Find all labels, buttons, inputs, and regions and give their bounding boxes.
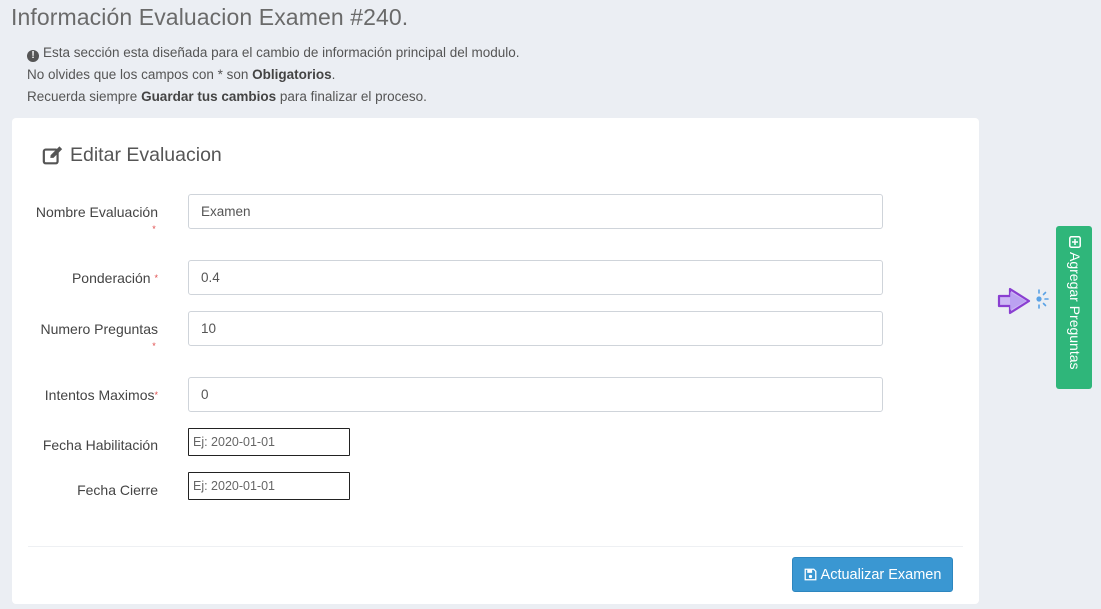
info-line-3-end: para finalizar el proceso. [276, 89, 427, 104]
info-line-1: ! Esta sección esta diseñada para el camb… [27, 42, 520, 64]
info-line-3-bold: Guardar tus cambios [141, 89, 277, 104]
update-exam-label: Actualizar Examen [820, 566, 942, 583]
plus-square-icon [1069, 236, 1081, 248]
field-row-intentos: Intentos Maximos* [12, 377, 979, 413]
add-questions-tab-content: Agregar Preguntas [1067, 236, 1083, 370]
info-line-2-bold: Obligatorios [252, 67, 332, 82]
fecha-cierre-input[interactable] [188, 472, 350, 500]
field-row-nombre: Nombre Evaluación * [12, 194, 979, 240]
nombre-input[interactable] [188, 194, 883, 229]
required-mark: * [152, 224, 156, 234]
info-line-1-text: Esta sección esta diseñada para el cambi… [43, 45, 520, 60]
info-notice: ! Esta sección esta diseñada para el camb… [27, 42, 520, 108]
field-row-fecha-habilitacion: Fecha Habilitación [12, 428, 979, 456]
field-row-fecha-cierre: Fecha Cierre [12, 472, 979, 500]
ponderacion-label: Ponderación * [71, 270, 158, 286]
info-line-2-text: No olvides que los campos con * son [27, 67, 253, 82]
info-circle-icon: ! [27, 50, 39, 62]
card-title-text: Editar Evaluacion [70, 144, 222, 166]
field-row-ponderacion: Ponderación * [12, 260, 979, 296]
update-exam-button[interactable]: Actualizar Examen [792, 557, 953, 592]
field-row-numero-preguntas: Numero Preguntas * [12, 311, 979, 357]
info-line-2: No olvides que los campos con * son Obli… [27, 64, 520, 86]
edit-icon [42, 145, 63, 164]
pointer-arrow-icon [997, 287, 1049, 315]
required-mark: * [152, 341, 156, 351]
page-title: Información Evaluacion Examen #240. [11, 4, 409, 30]
add-questions-tab[interactable]: Agregar Preguntas [1056, 226, 1092, 389]
fecha-habilitacion-label: Fecha Habilitación [42, 437, 158, 453]
edit-evaluation-card: Editar Evaluacion Nombre Evaluación * Po… [12, 118, 979, 604]
info-line-3-text: Recuerda siempre [27, 89, 142, 104]
floppy-disk-icon [804, 568, 816, 581]
card-title: Editar Evaluacion [42, 144, 222, 167]
numero-preguntas-input[interactable] [188, 311, 883, 346]
intentos-label: Intentos Maximos* [44, 387, 158, 403]
ponderacion-input[interactable] [188, 260, 883, 295]
nombre-label: Nombre Evaluación [35, 204, 158, 220]
intentos-input[interactable] [188, 377, 883, 412]
card-divider [28, 546, 963, 547]
numero-preguntas-label: Numero Preguntas [40, 321, 158, 337]
info-line-2-end: . [331, 67, 336, 82]
required-mark: * [154, 273, 158, 283]
fecha-habilitacion-input[interactable] [188, 428, 350, 456]
info-line-3: Recuerda siempre Guardar tus cambios par… [27, 86, 520, 108]
add-questions-tab-label: Agregar Preguntas [1067, 252, 1083, 370]
fecha-cierre-label: Fecha Cierre [77, 482, 158, 498]
required-mark: * [154, 390, 158, 400]
